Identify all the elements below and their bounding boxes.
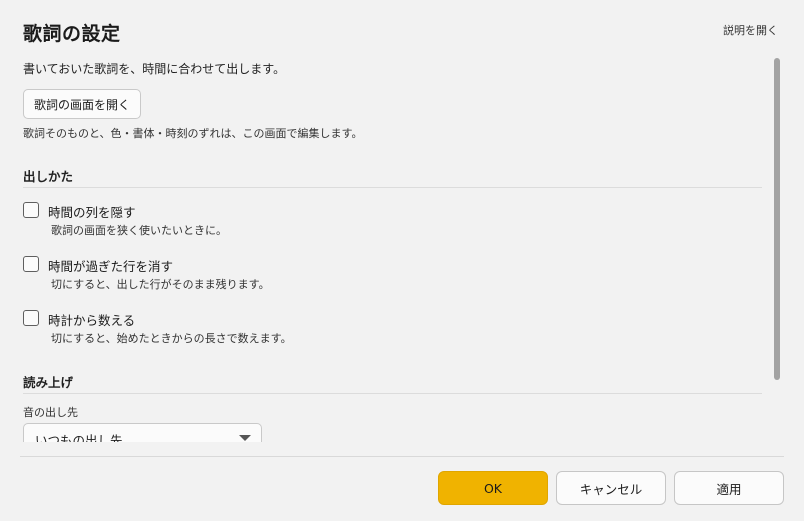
ok-button[interactable]: OK (438, 471, 548, 505)
count-from-clock-checkbox[interactable] (23, 310, 39, 326)
section-divider (23, 393, 762, 394)
cancel-button[interactable]: キャンセル (556, 471, 666, 505)
option-description: 切にすると、出した行がそのまま残ります。 (51, 278, 270, 291)
option-label[interactable]: 時間が過ぎた行を消す (48, 256, 173, 275)
reading-section-heading: 読み上げ (23, 375, 74, 390)
audio-output-select[interactable]: いつもの出し先 (23, 423, 262, 442)
option-label[interactable]: 時間の列を隠す (48, 202, 136, 221)
option-description: 歌詞の画面を狭く使いたいときに。 (51, 224, 227, 237)
clear-past-lines-checkbox[interactable] (23, 256, 39, 272)
hide-time-column-checkbox[interactable] (23, 202, 39, 218)
audio-output-label: 音の出し先 (23, 406, 78, 419)
option-description: 切にすると、始めたときからの長さで数えます。 (51, 332, 292, 345)
dialog-title: 歌詞の設定 (23, 23, 121, 45)
lyrics-intro: 書いておいた歌詞を、時間に合わせて出します。 (23, 62, 286, 76)
option-label[interactable]: 時計から数える (48, 310, 135, 329)
help-link[interactable]: 説明を開く (723, 22, 778, 38)
open-lyrics-description: 歌詞そのものと、色・書体・時刻のずれは、この画面で編集します。 (23, 127, 363, 140)
open-lyrics-screen-button[interactable]: 歌詞の画面を開く (23, 89, 141, 119)
scrollbar-thumb[interactable] (774, 58, 780, 380)
vertical-scrollbar[interactable] (774, 58, 780, 380)
display-section-heading: 出しかた (23, 169, 74, 184)
chevron-down-icon (239, 435, 251, 441)
apply-button[interactable]: 適用 (674, 471, 784, 505)
footer-divider (20, 456, 784, 457)
audio-output-value: いつもの出し先 (35, 433, 123, 442)
section-divider (23, 187, 762, 188)
settings-scroll-area[interactable]: 書いておいた歌詞を、時間に合わせて出します。 歌詞の画面を開く 歌詞そのものと、… (0, 56, 770, 442)
